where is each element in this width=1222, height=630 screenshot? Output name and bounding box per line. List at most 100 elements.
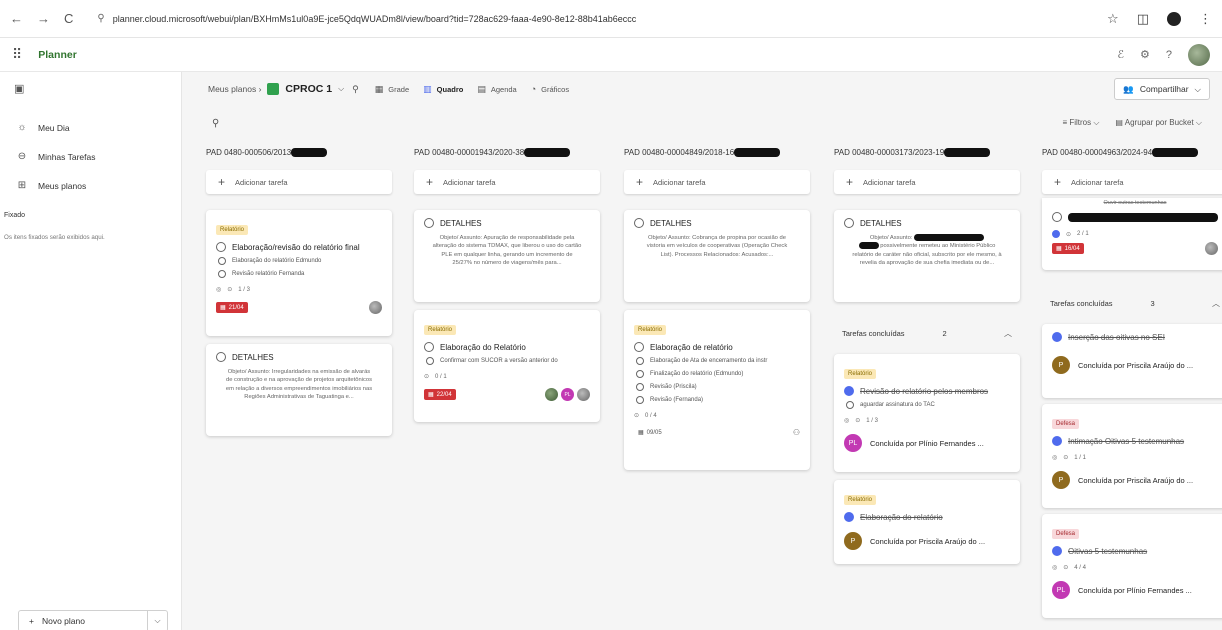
- help-icon[interactable]: ?: [1166, 49, 1172, 61]
- assignee-avatar[interactable]: [369, 301, 382, 314]
- task-card[interactable]: Relatório Elaboração/revisão do relatóri…: [206, 210, 392, 336]
- complete-checkbox[interactable]: [844, 218, 854, 228]
- bucket-title[interactable]: PAD 00480-00003173/2023-19: [834, 148, 1020, 162]
- sidebar-item-my-day[interactable]: ☼ Meu Dia: [16, 122, 69, 133]
- completed-checkbox[interactable]: [844, 386, 854, 396]
- task-card[interactable]: DETALHES Objeto/ Assunto: Irregularidade…: [206, 344, 392, 436]
- forward-icon[interactable]: →: [37, 11, 50, 26]
- new-plan-button[interactable]: + Novo plano ⌵: [18, 610, 168, 630]
- completer-avatar[interactable]: P: [1052, 356, 1070, 374]
- tab-charts[interactable]: ◔ Gráficos: [531, 84, 569, 94]
- breadcrumb[interactable]: Meus planos ›: [208, 84, 261, 94]
- checklist-checkbox[interactable]: [218, 257, 226, 265]
- extensions-icon[interactable]: ◫: [1137, 11, 1149, 27]
- checklist-checkbox[interactable]: [218, 270, 226, 278]
- sidebar-item-my-tasks[interactable]: ⊖ Minhas Tarefas: [16, 151, 96, 162]
- completed-count: 3: [1150, 299, 1155, 308]
- checklist-checkbox[interactable]: [636, 396, 644, 404]
- assignee-avatar[interactable]: [545, 388, 558, 401]
- site-info-icon[interactable]: ⚲: [97, 13, 104, 24]
- checklist-icon: ⊙: [227, 287, 233, 293]
- task-card[interactable]: Relatório Elaboração do relatório P Conc…: [834, 480, 1020, 564]
- completed-tasks-header[interactable]: Tarefas concluídas 2 ︿: [834, 328, 1020, 339]
- assignee-avatar[interactable]: [1205, 242, 1218, 255]
- complete-checkbox[interactable]: [424, 218, 434, 228]
- address-bar[interactable]: ⚲ planner.cloud.microsoft/webui/plan/BXH…: [87, 6, 646, 32]
- task-card[interactable]: DETALHES Objeto/ Assunto: Apuração de re…: [414, 210, 600, 302]
- task-title: DETALHES: [650, 218, 692, 228]
- settings-icon[interactable]: ⚙: [1140, 48, 1150, 61]
- bucket-title[interactable]: PAD 0480-000506/2013: [206, 148, 392, 162]
- checklist-checkbox[interactable]: [636, 357, 644, 365]
- browser-profile-icon[interactable]: [1167, 11, 1181, 26]
- checklist-checkbox[interactable]: [426, 357, 434, 365]
- task-card[interactable]: Inserção das oitivas no SEI P Concluída …: [1042, 324, 1222, 398]
- completer-avatar[interactable]: PL: [1052, 581, 1070, 599]
- complete-checkbox[interactable]: [1052, 212, 1062, 222]
- label-tag: Relatório: [844, 495, 877, 505]
- completed-checkbox[interactable]: [1052, 332, 1062, 342]
- checklist-checkbox[interactable]: [636, 370, 644, 378]
- plan-title[interactable]: CPROC 1: [285, 83, 332, 95]
- chevron-up-icon[interactable]: ︿: [1212, 298, 1220, 309]
- bucket-title[interactable]: PAD 00480-00004963/2024-94: [1042, 148, 1222, 162]
- chevron-down-icon[interactable]: ⌵: [147, 611, 167, 630]
- complete-checkbox[interactable]: [634, 218, 644, 228]
- copilot-icon[interactable]: ℰ: [1117, 48, 1124, 61]
- add-task-button[interactable]: + Adicionar tarefa: [206, 170, 392, 194]
- task-card[interactable]: Relatório Revisão do relatório pelos mem…: [834, 354, 1020, 472]
- tab-schedule[interactable]: ▤ Agenda: [477, 84, 516, 95]
- checklist-checkbox[interactable]: [636, 383, 644, 391]
- completer-avatar[interactable]: P: [844, 532, 862, 550]
- task-card[interactable]: Relatório Elaboração de relatório Elabor…: [624, 310, 810, 470]
- complete-checkbox[interactable]: [634, 342, 644, 352]
- tab-grid[interactable]: ▦ Grade: [375, 84, 409, 95]
- filters-button[interactable]: ≡ Filtros ⌵: [1062, 118, 1099, 128]
- bucket-title[interactable]: PAD 00480-00004849/2018-16: [624, 148, 810, 162]
- back-icon[interactable]: ←: [10, 11, 23, 26]
- assignee-avatar[interactable]: [577, 388, 590, 401]
- add-task-button[interactable]: + Adicionar tarefa: [834, 170, 1020, 194]
- sidebar-toggle-icon[interactable]: ▣: [14, 82, 24, 95]
- task-card[interactable]: DETALHES Objeto/ Assunto: Cobrança de pr…: [624, 210, 810, 302]
- complete-checkbox[interactable]: [424, 342, 434, 352]
- task-card[interactable]: Defesa Oitivas 5 testemunhas ◎ ⊙ 4 / 4 PL …: [1042, 514, 1222, 618]
- add-task-button[interactable]: + Adicionar tarefa: [414, 170, 600, 194]
- reload-icon[interactable]: C: [64, 11, 73, 26]
- completer-avatar[interactable]: PL: [844, 434, 862, 452]
- new-plan-label: Novo plano: [41, 616, 85, 626]
- app-launcher-icon[interactable]: ⠿: [12, 46, 22, 63]
- pin-icon[interactable]: ⚲: [352, 84, 359, 95]
- search-icon[interactable]: ⚲: [212, 118, 219, 129]
- task-card[interactable]: DETALHES Objeto/ Assunto: possivelmente …: [834, 210, 1020, 302]
- app-title[interactable]: Planner: [38, 49, 77, 61]
- add-task-button[interactable]: + Adicionar tarefa: [1042, 170, 1222, 194]
- complete-checkbox[interactable]: [216, 242, 226, 252]
- completer-avatar[interactable]: P: [1052, 471, 1070, 489]
- tab-board[interactable]: ▥ Quadro: [423, 84, 463, 95]
- completed-checkbox[interactable]: [844, 512, 854, 522]
- grid-icon: ⊞: [17, 180, 27, 191]
- chevron-up-icon[interactable]: ︿: [1004, 328, 1012, 339]
- completed-checkbox[interactable]: [1052, 546, 1062, 556]
- user-avatar[interactable]: [1188, 43, 1210, 66]
- task-card[interactable]: Relatório Elaboração do Relatório Confir…: [414, 310, 600, 422]
- group-by-button[interactable]: ▤ Agrupar por Bucket ⌵: [1115, 118, 1202, 128]
- share-button[interactable]: 👥 Compartilhar ⌵: [1114, 78, 1210, 100]
- task-description: Objeto/ Assunto: Cobrança de propina por…: [646, 235, 788, 258]
- bucket-title[interactable]: PAD 00480-00001943/2020-38: [414, 148, 600, 162]
- completed-checkbox[interactable]: [1052, 436, 1062, 446]
- task-title: Oitivas 5 testemunhas: [1068, 546, 1148, 556]
- chevron-down-icon[interactable]: ⌵: [338, 84, 344, 94]
- browser-menu-icon[interactable]: ⋮: [1199, 11, 1212, 27]
- complete-checkbox[interactable]: [216, 352, 226, 362]
- add-task-button[interactable]: + Adicionar tarefa: [624, 170, 810, 194]
- checklist-checkbox[interactable]: [846, 401, 854, 409]
- assign-icon[interactable]: ⚇: [793, 428, 800, 437]
- bookmark-star-icon[interactable]: ☆: [1107, 11, 1119, 27]
- sidebar-item-my-plans[interactable]: ⊞ Meus planos: [16, 180, 86, 191]
- assignee-avatar[interactable]: PL: [561, 388, 574, 401]
- completed-tasks-header[interactable]: Tarefas concluídas 3 ︿: [1042, 298, 1222, 309]
- task-card[interactable]: Defesa Intimação Oitivas 5 testemunhas ◎…: [1042, 404, 1222, 508]
- task-card[interactable]: Ouvir outras testemunhas ⊙ 2 / 1 ▦ 16/04: [1042, 198, 1222, 270]
